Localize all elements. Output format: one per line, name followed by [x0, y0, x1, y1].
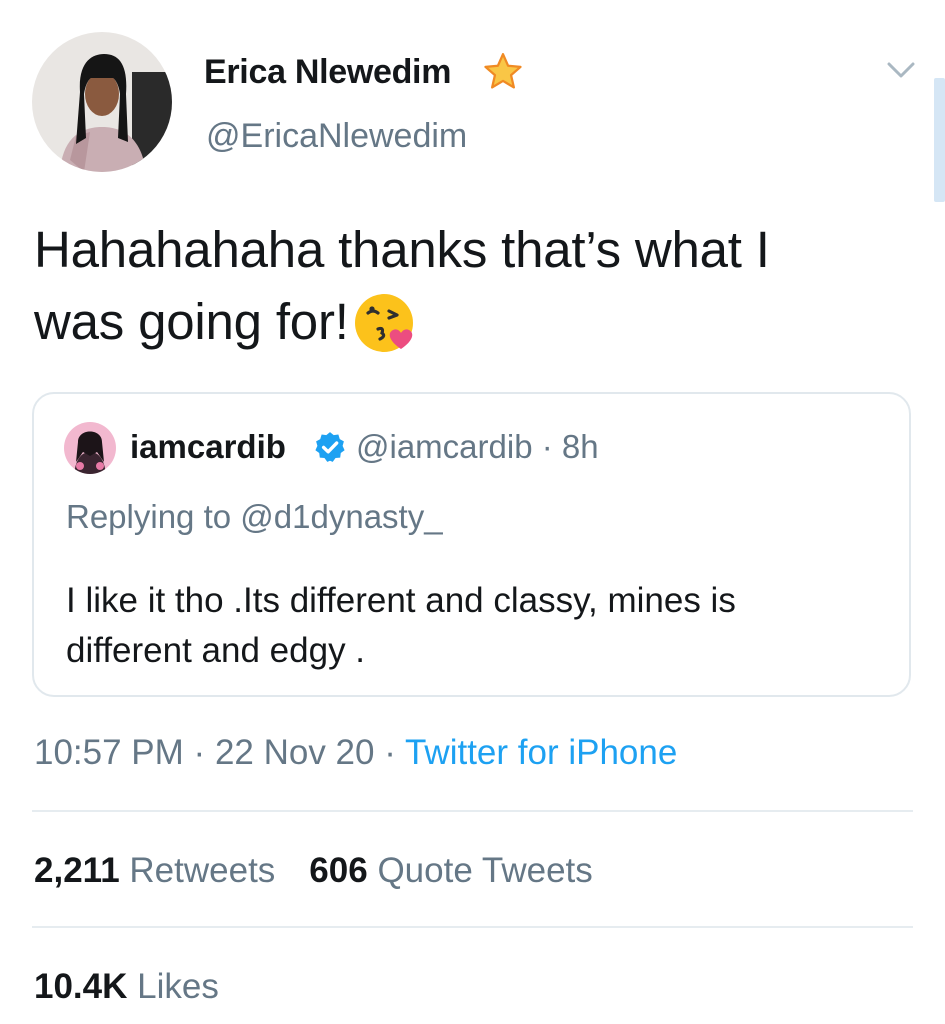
tweet-timestamp: 10:57 PM · 22 Nov 20 · Twitter for iPhon…	[34, 733, 677, 773]
tweet-time: 10:57 PM	[34, 733, 184, 772]
meta-separator: ·	[384, 733, 396, 772]
quoted-tweet-card[interactable]: iamcardib @iamcardib · 8h Replying to @d…	[32, 392, 911, 697]
engagement-stats: 2,211 Retweets 606 Quote Tweets	[34, 851, 593, 891]
quote-tweets-label: Quote Tweets	[377, 851, 593, 890]
replying-to-label: Replying to	[66, 498, 232, 535]
quoted-text-line: different and edgy .	[66, 631, 366, 670]
verified-badge-icon	[315, 432, 345, 462]
likes-label: Likes	[137, 967, 219, 1006]
retweets-count: 2,211	[34, 851, 120, 890]
chevron-down-icon[interactable]	[884, 58, 918, 84]
tweet-date: 22 Nov 20	[214, 733, 375, 772]
author-handle[interactable]: @EricaNlewedim	[206, 117, 467, 156]
quoted-author-avatar[interactable]	[64, 422, 116, 474]
author-avatar[interactable]	[32, 32, 172, 172]
star-icon	[484, 53, 522, 89]
meta-separator: ·	[193, 733, 206, 772]
quoted-tweet-time: 8h	[561, 428, 599, 465]
tweet-text-fragment: was going for!	[34, 293, 349, 350]
replying-to: Replying to @d1dynasty_	[66, 498, 443, 536]
retweets-label: Retweets	[129, 851, 276, 890]
quoted-tweet-text: I like it tho .Its different and classy,…	[66, 576, 886, 676]
likes-stats: 10.4K Likes	[34, 967, 219, 1007]
tweet-text-line: Hahahahaha thanks that’s what I	[34, 221, 770, 278]
retweets-stat[interactable]: 2,211 Retweets	[34, 851, 275, 890]
likes-count: 10.4K	[34, 967, 128, 1006]
likes-stat[interactable]: 10.4K Likes	[34, 967, 219, 1006]
quoted-tweet-meta: @iamcardib · 8h	[356, 428, 599, 466]
meta-separator: ·	[541, 428, 553, 465]
quoted-text-line: I like it tho .Its different and classy,…	[66, 581, 736, 620]
divider	[32, 810, 913, 812]
tweet-text-line: was going for!	[34, 286, 894, 358]
author-name[interactable]: Erica Nlewedim	[204, 53, 451, 92]
kiss-face-emoji-icon	[354, 294, 413, 352]
tweet-source-link[interactable]: Twitter for iPhone	[405, 733, 677, 772]
replying-to-handle: @d1dynasty_	[240, 498, 443, 535]
quoted-author-name: iamcardib	[130, 428, 286, 465]
scrollbar[interactable]	[934, 78, 945, 202]
divider	[32, 926, 913, 928]
tweet-text: Hahahahaha thanks that’s what I was goin…	[34, 214, 894, 358]
quote-tweets-count: 606	[309, 851, 368, 890]
quoted-author-handle: @iamcardib	[356, 428, 533, 465]
quote-tweets-stat[interactable]: 606 Quote Tweets	[309, 851, 592, 890]
